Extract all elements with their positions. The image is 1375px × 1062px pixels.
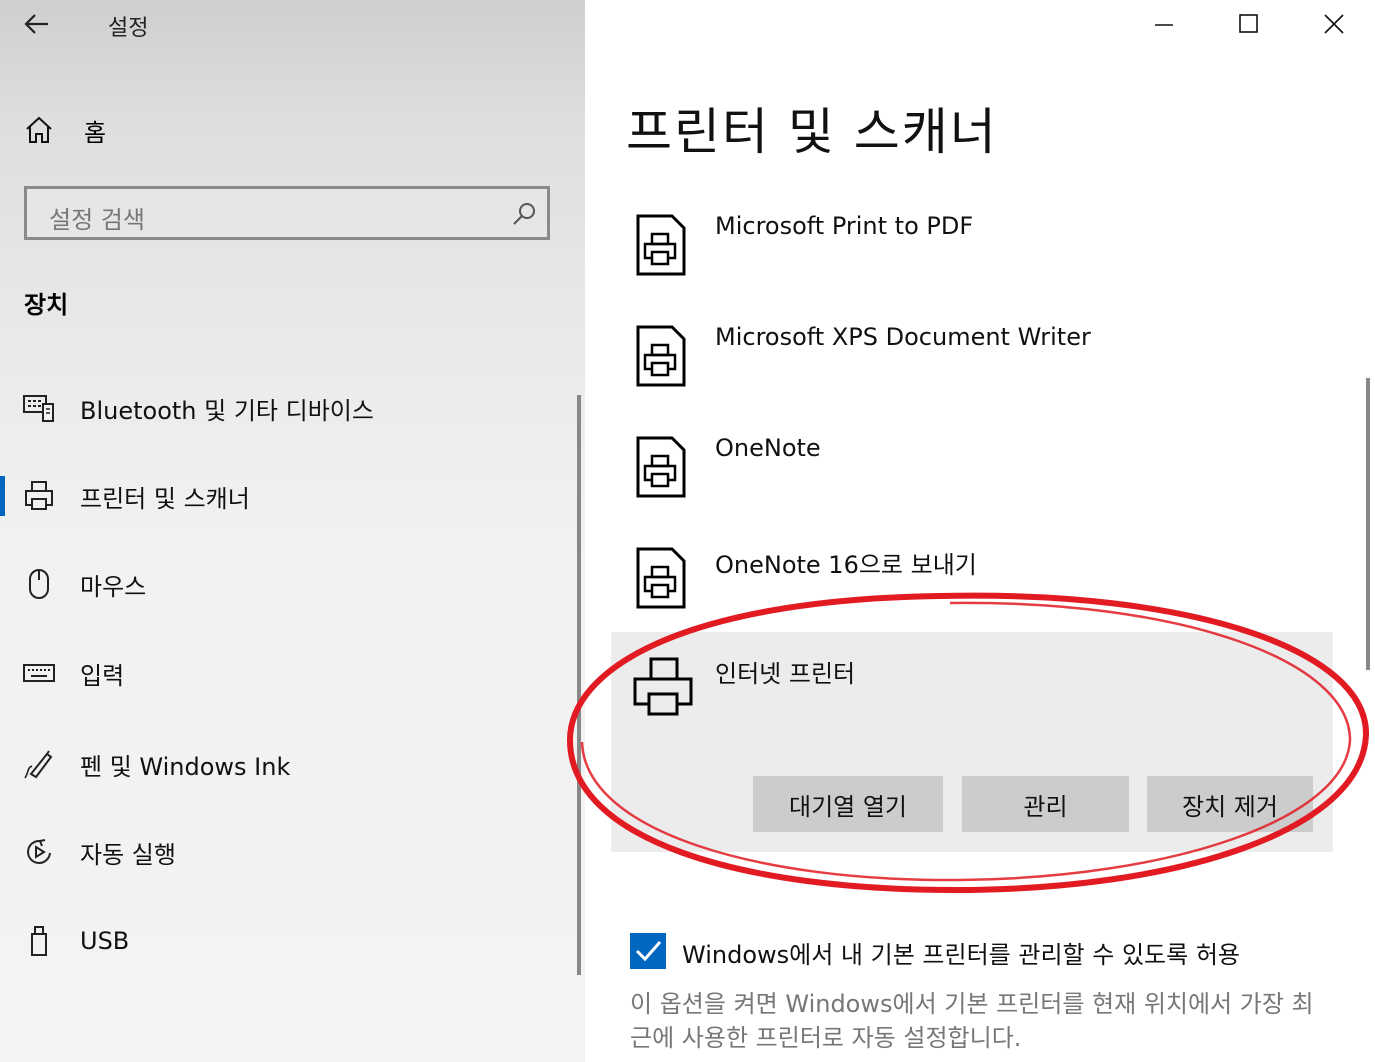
- sidebar-item-label: 자동 실행: [80, 840, 176, 869]
- close-icon: [1324, 14, 1344, 34]
- home-label: 홈: [84, 118, 107, 147]
- selected-printer-card[interactable]: 인터넷 프린터 대기열 열기 관리 장치 제거: [611, 632, 1333, 852]
- printer-item[interactable]: OneNote: [632, 434, 1332, 524]
- sidebar-scrollbar[interactable]: [577, 395, 581, 975]
- app-title: 설정: [108, 16, 149, 41]
- printer-document-icon: [636, 325, 686, 387]
- sidebar-item-mouse[interactable]: 마우스: [0, 554, 560, 614]
- usb-icon: [22, 924, 56, 958]
- maximize-icon: [1239, 14, 1258, 33]
- sidebar: 설정 홈 설정 검색 장치 Bluetooth 및 기타 디바이스 프린터 및 …: [0, 0, 585, 1062]
- printer-item[interactable]: OneNote 16으로 보내기: [632, 545, 1332, 635]
- sidebar-item-label: 입력: [80, 661, 125, 690]
- search-placeholder: 설정 검색: [49, 206, 145, 234]
- sidebar-item-typing[interactable]: 입력: [0, 643, 560, 703]
- pen-icon: [22, 747, 56, 781]
- printer-icon: [633, 657, 693, 716]
- sidebar-item-autoplay[interactable]: 자동 실행: [0, 822, 560, 882]
- printer-name: OneNote: [715, 434, 821, 462]
- default-printer-description: 이 옵션을 켜면 Windows에서 기본 프린터를 현재 위치에서 가장 최근…: [630, 990, 1314, 1052]
- keyboard-device-icon: [22, 391, 56, 425]
- sidebar-item-pen[interactable]: 펜 및 Windows Ink: [0, 734, 560, 794]
- printer-document-icon: [636, 214, 686, 276]
- sidebar-item-printers[interactable]: 프린터 및 스캐너: [0, 466, 560, 526]
- minimize-icon: [1155, 24, 1173, 26]
- keyboard-icon: [22, 656, 56, 690]
- home-icon: [26, 116, 52, 143]
- search-input[interactable]: 설정 검색: [24, 186, 550, 240]
- printer-name: OneNote 16으로 보내기: [715, 551, 977, 579]
- sidebar-item-label: Bluetooth 및 기타 디바이스: [80, 396, 374, 425]
- main-scrollbar[interactable]: [1366, 378, 1370, 670]
- active-indicator: [0, 476, 5, 516]
- sidebar-item-label: 마우스: [80, 572, 147, 601]
- maximize-button[interactable]: [1219, 6, 1279, 42]
- printer-name: Microsoft Print to PDF: [715, 212, 974, 240]
- search-icon[interactable]: [511, 201, 537, 227]
- remove-device-button[interactable]: 장치 제거: [1147, 776, 1313, 832]
- mouse-icon: [22, 567, 56, 601]
- printer-item[interactable]: Microsoft Print to PDF: [632, 212, 1332, 302]
- sidebar-item-bluetooth[interactable]: Bluetooth 및 기타 디바이스: [0, 378, 560, 438]
- sidebar-item-usb[interactable]: USB: [0, 911, 560, 971]
- checkmark-icon: [635, 941, 662, 962]
- minimize-button[interactable]: [1134, 6, 1194, 42]
- default-printer-label[interactable]: Windows에서 내 기본 프린터를 관리할 수 있도록 허용: [682, 935, 1240, 970]
- page-title: 프린터 및 스캐너: [626, 103, 998, 161]
- printer-icon: [22, 479, 56, 513]
- home-link[interactable]: 홈: [24, 108, 106, 152]
- section-title: 장치: [24, 291, 69, 319]
- selected-printer-name: 인터넷 프린터: [715, 660, 856, 688]
- open-queue-button[interactable]: 대기열 열기: [753, 776, 943, 832]
- printer-document-icon: [636, 547, 686, 609]
- manage-button[interactable]: 관리: [962, 776, 1129, 832]
- sidebar-item-label: USB: [80, 927, 130, 955]
- autoplay-icon: [22, 835, 56, 869]
- arrow-left-icon: [24, 14, 48, 34]
- sidebar-item-label: 프린터 및 스캐너: [80, 484, 250, 513]
- printer-document-icon: [636, 436, 686, 498]
- back-button[interactable]: [22, 6, 56, 42]
- printer-item[interactable]: Microsoft XPS Document Writer: [632, 323, 1332, 413]
- default-printer-checkbox[interactable]: [630, 933, 666, 969]
- sidebar-item-label: 펜 및 Windows Ink: [80, 752, 291, 781]
- close-button[interactable]: [1304, 6, 1364, 42]
- printer-name: Microsoft XPS Document Writer: [715, 323, 1091, 351]
